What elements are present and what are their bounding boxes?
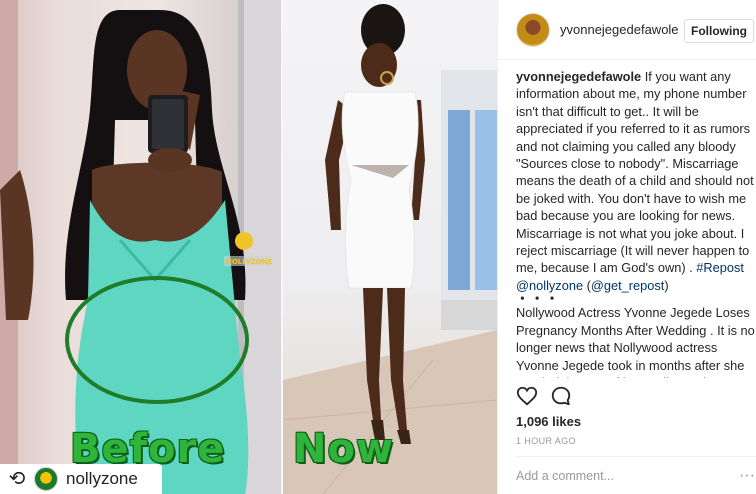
post-header: yvonnejegedefawole Following [498,0,756,60]
comment-icon[interactable] [550,385,572,407]
repost-icon: ⟲ [8,468,26,490]
mention-paren-close: ) [664,277,669,293]
heart-icon[interactable] [516,385,538,407]
repost-avatar[interactable] [34,467,58,491]
more-options-icon[interactable]: ··· [738,467,756,485]
comment-list: yvonnejegedefawole If you want any infor… [516,68,756,378]
comment-form: ··· [516,456,756,494]
post-username[interactable]: yvonnejegedefawole [560,22,679,37]
avatar[interactable] [516,12,550,47]
caption-username[interactable]: yvonnejegedefawole [516,69,641,84]
before-photo-illustration: NOLLYZONE [0,0,283,494]
caption-body: Nollywood Actress Yvonne Jegede Loses Pr… [516,305,755,378]
separator-dots: ・・・ [516,291,561,307]
like-count[interactable]: 1,096 likes [516,414,581,429]
timestamp: 1 HOUR AGO [516,436,577,446]
post-panel: yvonnejegedefawole Following yvonnejeged… [497,0,756,494]
caption-text: If you want any information about me, my… [516,69,754,276]
post-image[interactable]: NOLLYZONE Before Now ⟲ nollyzone [0,0,497,494]
following-button[interactable]: Following [684,19,754,43]
watermark-text: NOLLYZONE [226,258,273,266]
repost-username[interactable]: nollyzone [66,469,138,489]
caption: yvonnejegedefawole If you want any infor… [516,68,756,378]
now-photo: Now [283,0,497,494]
repost-bar[interactable]: ⟲ nollyzone [0,464,162,494]
hashtag-link[interactable]: #Repost [696,260,744,275]
before-photo: NOLLYZONE Before [0,0,283,494]
mention-link-2[interactable]: @get_repost [591,278,664,293]
post-actions [516,385,572,407]
now-label: Now [293,426,394,472]
now-photo-illustration [283,4,497,494]
comment-input[interactable] [516,468,716,483]
